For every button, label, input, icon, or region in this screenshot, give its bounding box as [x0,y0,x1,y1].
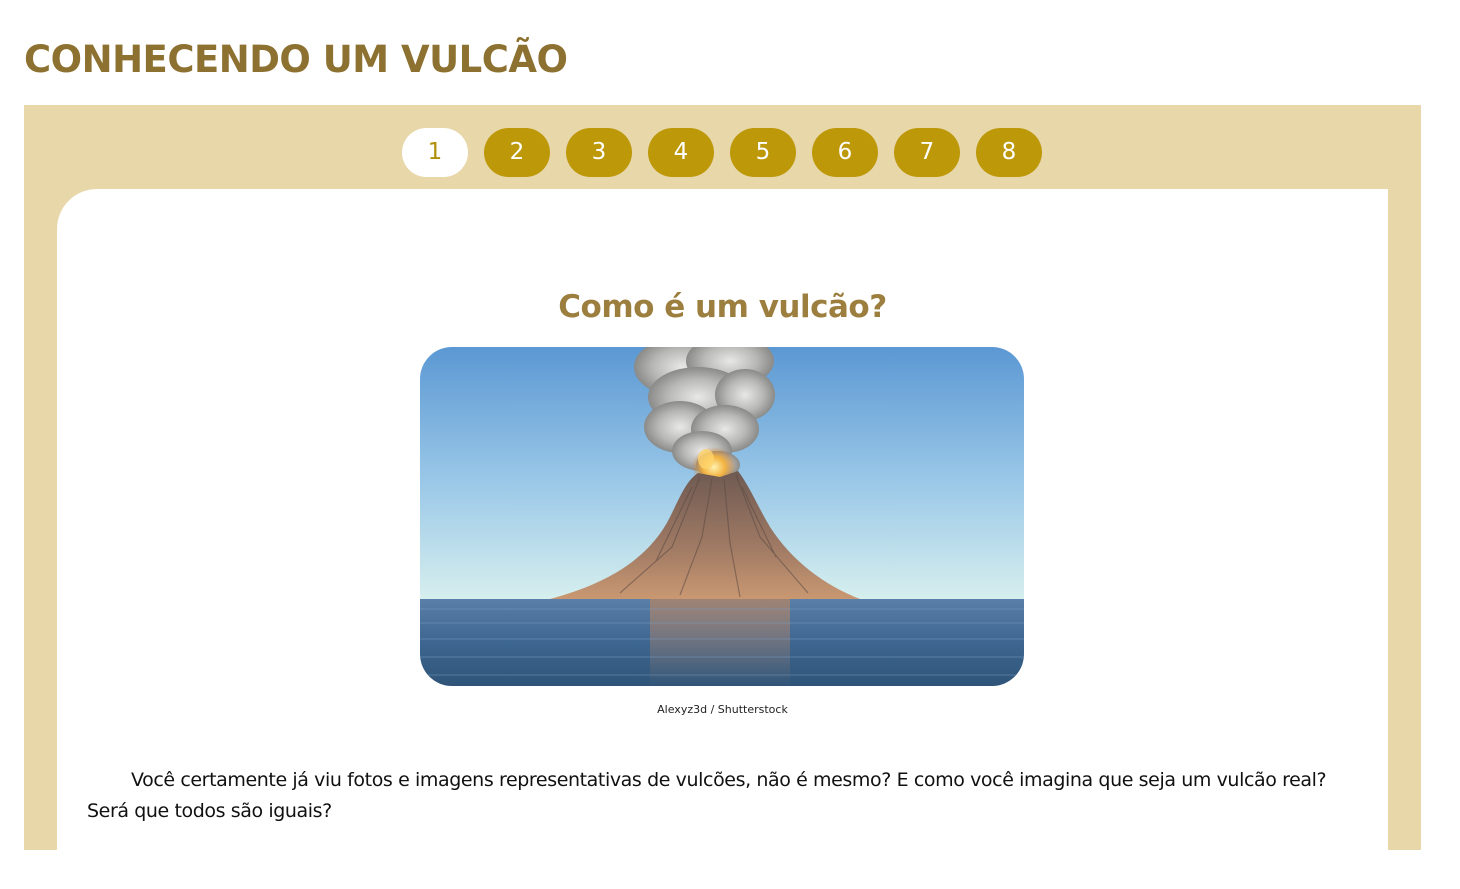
page-title: CONHECENDO UM VULCÃO [24,38,568,81]
intro-paragraph: Você certamente já viu fotos e imagens r… [87,769,1327,822]
tab-7[interactable]: 7 [894,128,960,177]
content-panel: 1 2 3 4 5 6 7 8 Como é um vulcão? Alexyz… [24,105,1421,889]
content-card: Como é um vulcão? Alexyz3d / Shutterstoc… [57,189,1388,889]
image-credit: Alexyz3d / Shutterstock [657,703,788,716]
tab-8[interactable]: 8 [976,128,1042,177]
tab-5[interactable]: 5 [730,128,796,177]
tab-2[interactable]: 2 [484,128,550,177]
tab-3[interactable]: 3 [566,128,632,177]
tab-6[interactable]: 6 [812,128,878,177]
tab-1[interactable]: 1 [402,128,468,177]
tab-4[interactable]: 4 [648,128,714,177]
page-tabs: 1 2 3 4 5 6 7 8 [402,128,1042,177]
volcano-image [420,347,1024,686]
section-heading: Como é um vulcão? [558,289,887,325]
